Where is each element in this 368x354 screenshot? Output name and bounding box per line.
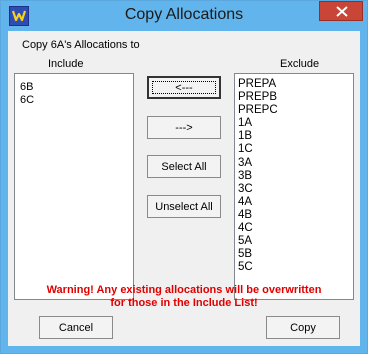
- exclude-listbox[interactable]: PREPA PREPB PREPC 1A 1B 1C 3A 3B 3C 4A 4…: [234, 73, 354, 300]
- cancel-button[interactable]: Cancel: [39, 316, 113, 339]
- warning-line-2: for those in the Include List!: [110, 297, 258, 309]
- warning-line-1: Warning! Any existing allocations will b…: [46, 284, 322, 296]
- list-item[interactable]: 4B: [235, 209, 353, 222]
- list-item[interactable]: 3B: [235, 170, 353, 183]
- list-item[interactable]: 1B: [235, 130, 353, 143]
- list-item[interactable]: 5C: [235, 261, 353, 274]
- move-to-exclude-button[interactable]: --->: [147, 116, 221, 139]
- cancel-label: Cancel: [58, 321, 94, 334]
- list-item[interactable]: 3C: [235, 183, 353, 196]
- move-right-label: --->: [175, 121, 193, 134]
- list-item[interactable]: 6B: [15, 81, 133, 94]
- window-title: Copy Allocations: [124, 6, 244, 23]
- select-all-label: Select All: [161, 160, 207, 173]
- list-item[interactable]: 5B: [235, 248, 353, 261]
- title-bar[interactable]: Copy Allocations: [1, 1, 367, 31]
- focus-ring: [152, 81, 216, 94]
- copy-button[interactable]: Copy: [266, 316, 340, 339]
- list-item[interactable]: 1A: [235, 117, 353, 130]
- list-item[interactable]: 6C: [15, 94, 133, 107]
- list-item[interactable]: PREPA: [235, 78, 353, 91]
- list-item[interactable]: 5A: [235, 235, 353, 248]
- select-all-button[interactable]: Select All: [147, 155, 221, 178]
- unselect-all-button[interactable]: Unselect All: [147, 195, 221, 218]
- dialog-client-area: Copy 6A's Allocations to Include Exclude…: [8, 31, 360, 346]
- list-item[interactable]: PREPC: [235, 104, 353, 117]
- list-item[interactable]: 3A: [235, 157, 353, 170]
- exclude-label: Exclude: [280, 58, 320, 70]
- include-label: Include: [48, 58, 84, 70]
- dialog-heading: Copy 6A's Allocations to: [22, 39, 140, 51]
- list-item[interactable]: PREPB: [235, 91, 353, 104]
- move-to-include-button[interactable]: <---: [147, 76, 221, 99]
- include-listbox[interactable]: 6B 6C: [14, 73, 134, 300]
- close-button[interactable]: [319, 1, 363, 21]
- list-item[interactable]: 1C: [235, 143, 353, 156]
- copy-allocations-window: Copy Allocations Copy 6A's Allocations t…: [0, 0, 368, 354]
- list-item[interactable]: 4A: [235, 196, 353, 209]
- copy-label: Copy: [290, 321, 316, 334]
- close-icon: [336, 6, 348, 17]
- list-item[interactable]: 4C: [235, 222, 353, 235]
- unselect-all-label: Unselect All: [155, 200, 213, 213]
